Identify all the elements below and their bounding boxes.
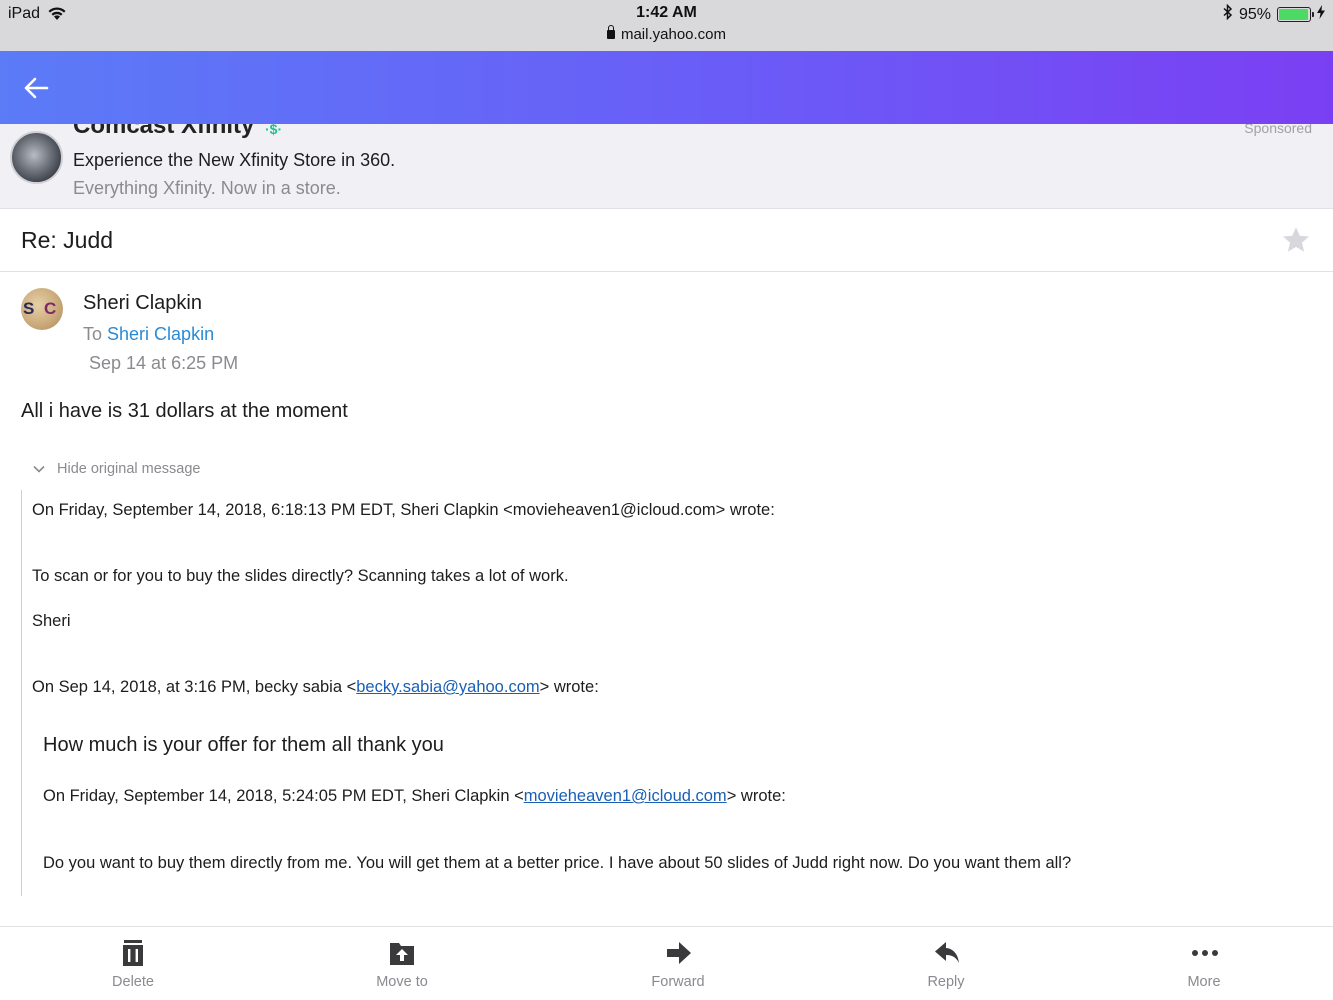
- lock-icon: [606, 25, 615, 39]
- more-button[interactable]: More: [1134, 927, 1274, 1000]
- battery-percent: 95%: [1238, 5, 1271, 23]
- recipient-line: To Sheri Clapkin: [83, 324, 214, 345]
- forward-label: Forward: [651, 974, 705, 990]
- hide-original-toggle[interactable]: Hide original message: [32, 461, 200, 477]
- header3-suffix: > wrote:: [726, 787, 786, 805]
- ad-subline: Everything Xfinity. Now in a store.: [73, 178, 341, 198]
- quoted-header-1: On Friday, September 14, 2018, 6:18:13 P…: [32, 501, 775, 519]
- url-text: mail.yahoo.com: [620, 26, 727, 43]
- sender-avatar[interactable]: SC: [21, 288, 63, 330]
- email-body: All i have is 31 dollars at the moment: [21, 400, 348, 422]
- more-label: More: [1187, 974, 1221, 990]
- header2-suffix: > wrote:: [539, 678, 599, 696]
- sponsored-dollar-icon: ·$·: [265, 124, 283, 137]
- header2-prefix: On Sep 14, 2018, at 3:16 PM, becky sabia…: [32, 678, 357, 696]
- delete-button[interactable]: Delete: [63, 927, 203, 1000]
- forward-button[interactable]: Forward: [608, 927, 748, 1000]
- quote-divider: [21, 490, 22, 896]
- move-folder-icon: [390, 943, 414, 965]
- to-label: To: [83, 324, 103, 344]
- header3-prefix: On Friday, September 14, 2018, 5:24:05 P…: [43, 787, 524, 805]
- bluetooth-icon: [1223, 3, 1233, 25]
- chevron-down-icon: [33, 465, 45, 473]
- back-button[interactable]: [22, 75, 52, 101]
- ad-avatar: [10, 131, 63, 184]
- quoted-signature: Sheri: [32, 612, 71, 630]
- sponsored-label: Sponsored: [1244, 124, 1312, 136]
- reply-arrow-icon: [935, 942, 959, 963]
- move-to-label: Move to: [376, 974, 428, 990]
- bottom-toolbar: Delete Move to Forward Reply More: [0, 926, 1333, 1000]
- quoted-line-2: How much is your offer for them all than…: [43, 734, 444, 756]
- address-bar[interactable]: mail.yahoo.com: [0, 25, 1333, 43]
- quoted-header-3: On Friday, September 14, 2018, 5:24:05 P…: [43, 787, 786, 806]
- charging-icon: [1317, 5, 1325, 24]
- becky-email-link[interactable]: becky.sabia@yahoo.com: [356, 678, 539, 696]
- quoted-line-3: Do you want to buy them directly from me…: [43, 854, 1072, 872]
- subject-row: Re: Judd: [0, 209, 1333, 272]
- forward-arrow-icon: [667, 942, 691, 964]
- star-icon: [1283, 227, 1309, 252]
- ad-sponsor-name: Comcast Xfinity: [73, 124, 255, 139]
- reply-label: Reply: [927, 974, 965, 990]
- more-dots-icon: [1192, 950, 1218, 956]
- status-bar: iPad 1:42 AM mail.yahoo.com 95%: [0, 0, 1333, 51]
- battery-icon: [1277, 7, 1314, 22]
- email-date: Sep 14 at 6:25 PM: [89, 353, 239, 373]
- move-to-button[interactable]: Move to: [332, 927, 472, 1000]
- recipient-name-link[interactable]: Sheri Clapkin: [107, 324, 214, 344]
- reply-button[interactable]: Reply: [876, 927, 1016, 1000]
- hide-original-label: Hide original message: [57, 461, 201, 477]
- delete-label: Delete: [112, 974, 154, 990]
- sponsored-ad[interactable]: Comcast Xfinity ·$· Experience the New X…: [0, 124, 1333, 209]
- trash-icon: [123, 940, 143, 966]
- quoted-line-1: To scan or for you to buy the slides dir…: [32, 567, 569, 585]
- quoted-header-2: On Sep 14, 2018, at 3:16 PM, becky sabia…: [32, 678, 599, 697]
- ad-headline: Experience the New Xfinity Store in 360.: [73, 150, 396, 170]
- sender-name[interactable]: Sheri Clapkin: [83, 292, 202, 315]
- mail-header: [0, 51, 1333, 124]
- sheri-email-link[interactable]: movieheaven1@icloud.com: [524, 787, 727, 805]
- status-time: 1:42 AM: [636, 4, 697, 21]
- email-subject: Re: Judd: [21, 227, 114, 253]
- back-arrow-icon: [24, 77, 49, 99]
- star-button[interactable]: [1281, 225, 1311, 260]
